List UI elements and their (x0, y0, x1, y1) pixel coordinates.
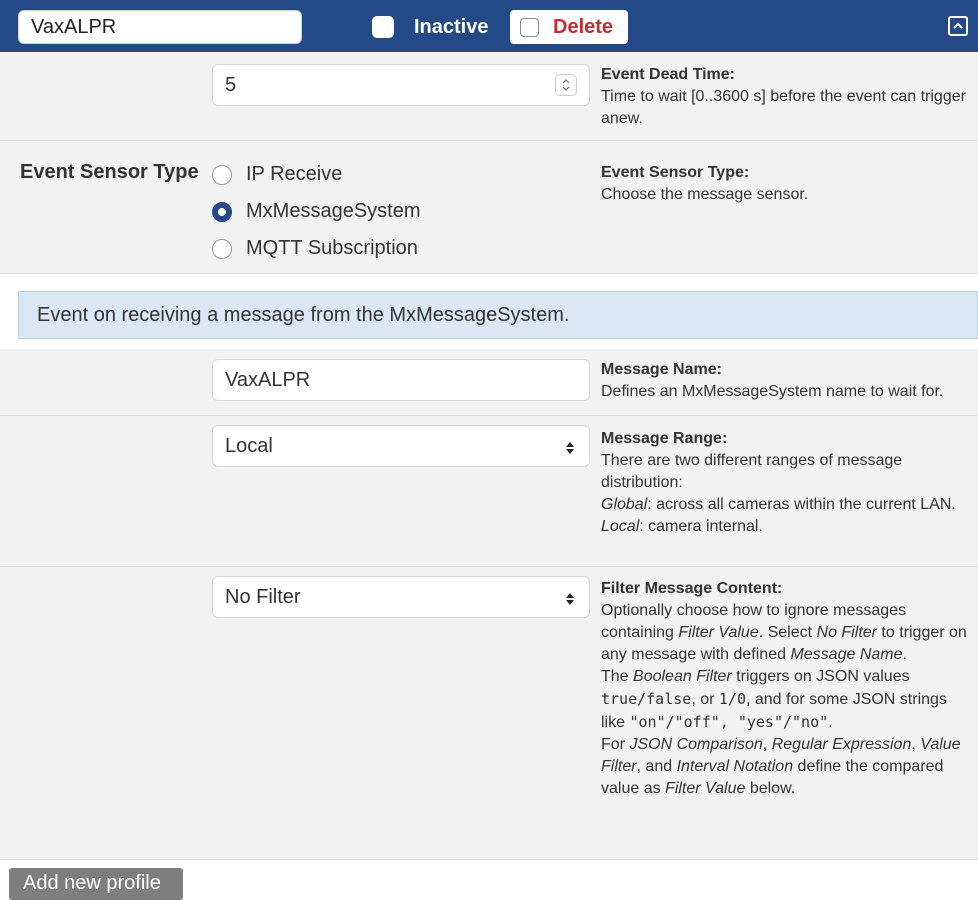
sensor-type-label: Event Sensor Type (20, 161, 199, 183)
help-text: triggers on JSON values (731, 668, 910, 685)
inactive-label: Inactive (414, 15, 489, 38)
dead-time-row: 5 Event Dead Time: Time to wait [0..3600… (0, 52, 978, 141)
help-text: . (902, 646, 907, 663)
help-term: Filter Value (665, 780, 746, 797)
help-text: below. (745, 780, 796, 797)
dead-time-field[interactable]: 5 (212, 64, 590, 106)
help-code: "off" (674, 713, 720, 731)
help-title: Message Name (601, 361, 717, 378)
message-range-select[interactable]: Local (212, 425, 590, 467)
help-code: "yes" (737, 713, 783, 731)
delete-label: Delete (553, 15, 614, 38)
help-title: Event Sensor Type (601, 164, 744, 181)
help-term: Boolean Filter (633, 668, 732, 685)
help-term: Interval Notation (676, 758, 794, 775)
select-value: No Filter (225, 586, 301, 608)
info-banner: Event on receiving a message from the Mx… (18, 291, 978, 339)
help-code: 0 (736, 690, 746, 708)
delete-toggle[interactable]: Delete (510, 10, 628, 44)
select-updown-icon (565, 438, 575, 461)
help-term: Message Name (790, 646, 903, 663)
message-name-field[interactable]: VaxALPR (212, 359, 590, 401)
profile-name-input[interactable]: VaxALPR (18, 10, 302, 44)
help-code: / (782, 713, 793, 731)
help-term: Global (601, 496, 648, 513)
select-updown-icon (565, 589, 575, 612)
help-term: Filter Value (678, 624, 759, 641)
help-text: , (762, 736, 772, 753)
spinner-arrows-icon[interactable] (555, 74, 577, 96)
help-code: 1 (718, 690, 728, 708)
help-code: / (727, 690, 737, 708)
help-text: : across all cameras within the current … (647, 496, 956, 513)
help-title: Filter Message Content (601, 580, 778, 597)
help-text: For (601, 736, 630, 753)
message-name-help: Message Name: Defines an MxMessageSystem… (601, 361, 944, 400)
filter-help: Filter Message Content: Optionally choos… (601, 580, 967, 797)
help-text: Defines an MxMessageSystem name to wait … (601, 383, 944, 400)
radio-label: IP Receive (246, 163, 343, 185)
radio-button-checked[interactable] (212, 201, 232, 222)
help-code: "on" (629, 713, 666, 731)
help-code: , (719, 713, 738, 731)
help-text: There are two different ranges of messag… (601, 452, 903, 491)
dead-time-value: 5 (225, 74, 237, 96)
help-term: Local (601, 518, 640, 535)
inactive-toggle[interactable]: Inactive (372, 12, 488, 42)
help-title: Event Dead Time (601, 66, 730, 83)
radio-mxmessagesystem[interactable]: MxMessageSystem (212, 200, 421, 223)
dead-time-help: Event Dead Time: Time to wait [0..3600 s… (601, 66, 966, 127)
radio-ip-receive[interactable]: IP Receive (212, 163, 342, 186)
help-code: false (646, 690, 692, 708)
help-term: JSON Comparison (629, 736, 763, 753)
help-text: : camera internal. (639, 518, 763, 535)
collapse-icon[interactable] (948, 16, 968, 36)
help-code: "no" (792, 713, 829, 731)
radio-button[interactable] (212, 238, 232, 259)
help-text: Time to wait [0..3600 s] before the even… (601, 88, 966, 127)
inactive-checkbox[interactable] (372, 16, 394, 38)
help-text: . (828, 714, 833, 731)
message-name-row: VaxALPR Message Name: Defines an MxMessa… (0, 349, 978, 416)
profile-header: VaxALPR Inactive Delete (0, 0, 978, 52)
help-code: / (665, 713, 675, 731)
help-term: No Filter (816, 624, 877, 641)
help-title: Message Range (601, 430, 722, 447)
help-text: . Select (758, 624, 817, 641)
help-text: Choose the message sensor. (601, 186, 809, 203)
delete-checkbox[interactable] (520, 17, 539, 37)
select-value: Local (225, 435, 273, 457)
message-range-row: Local Message Range: There are two diffe… (0, 416, 978, 567)
help-text: The (601, 668, 634, 685)
help-text: , or (691, 691, 719, 708)
radio-label: MQTT Subscription (246, 237, 418, 259)
help-text: , (911, 736, 921, 753)
message-range-help: Message Range: There are two different r… (601, 430, 956, 535)
help-text: , and (636, 758, 677, 775)
radio-button[interactable] (212, 164, 232, 185)
filter-row: No Filter Filter Message Content: Option… (0, 567, 978, 860)
help-code: true (601, 690, 638, 708)
help-code: / (637, 690, 647, 708)
sensor-type-help: Event Sensor Type: Choose the message se… (601, 164, 809, 203)
radio-label: MxMessageSystem (246, 200, 421, 222)
add-new-profile-button[interactable]: Add new profile (9, 868, 183, 900)
radio-mqtt-subscription[interactable]: MQTT Subscription (212, 237, 418, 260)
help-term: Regular Expression (771, 736, 912, 753)
filter-select[interactable]: No Filter (212, 576, 590, 618)
